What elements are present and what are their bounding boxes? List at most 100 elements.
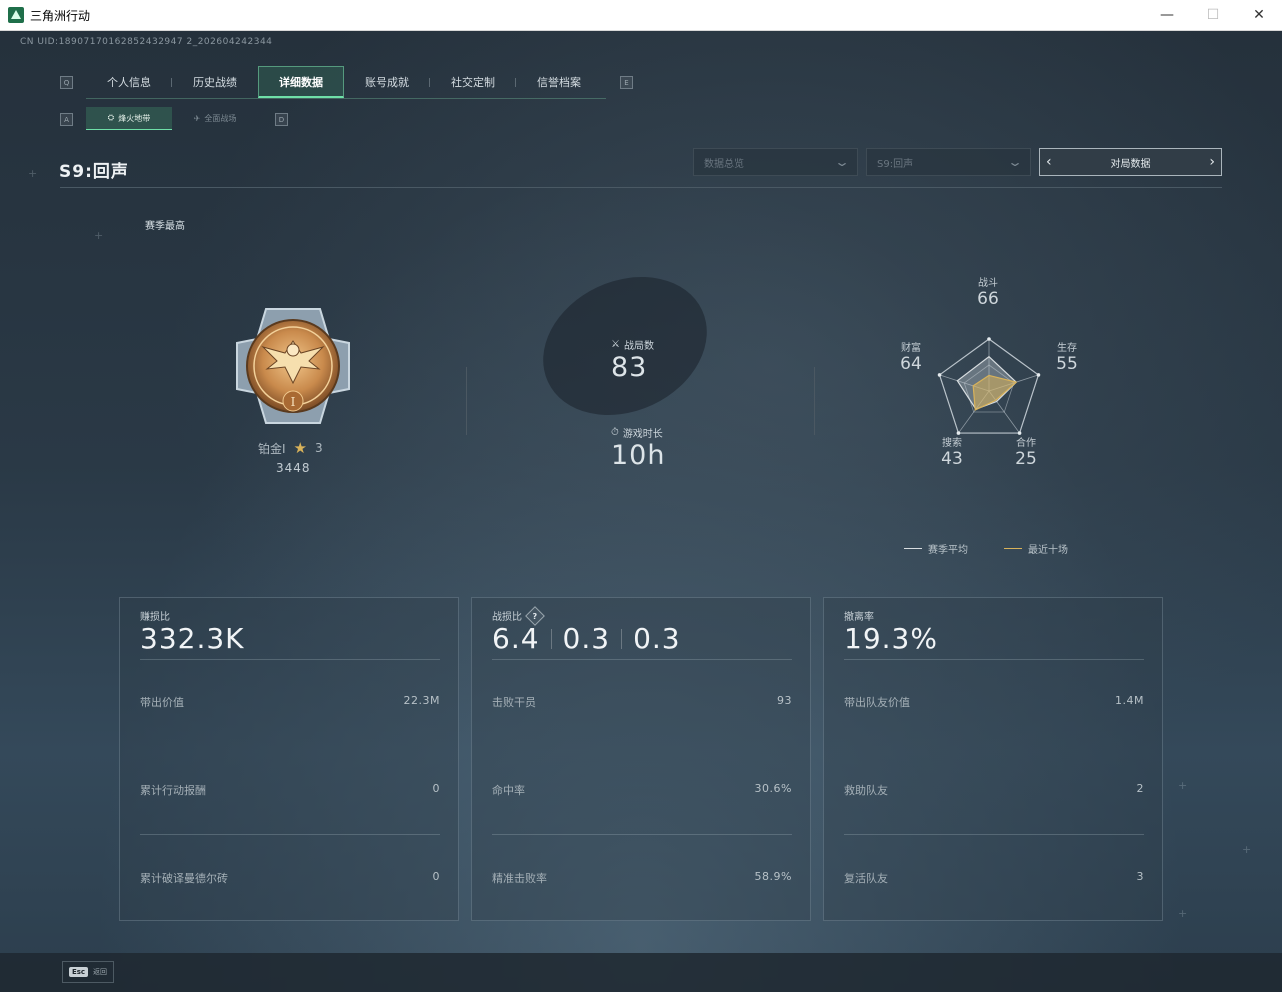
card-row: 带出队友价值 1.4M [844,694,1144,710]
card-label: 撤离率 [844,608,874,623]
data-type-dropdown[interactable]: 数据总览 ⌄ [693,148,858,176]
season-dropdown[interactable]: S9:回声 ⌄ [866,148,1031,176]
row-value: 22.3M [403,694,440,707]
divider [814,367,815,435]
battlefield-icon: ✈ [193,113,201,123]
tab-label: 社交定制 [451,76,495,89]
rank-name: 铂金I [258,441,286,456]
decor-cross-icon: + [1178,907,1188,920]
subtab-label: 全面战场 [204,113,237,123]
close-button[interactable]: ✕ [1236,0,1282,30]
card-divider [140,659,440,660]
chevron-down-icon: ⌄ [1006,155,1024,169]
back-label: 返回 [93,968,108,976]
matches-value: 83 [611,352,648,383]
decor-cross-icon: + [1242,843,1252,856]
radar-legend: 赛季平均 最近十场 [904,541,1068,556]
tab-social[interactable]: 社交定制 [430,66,516,98]
maximize-button[interactable]: ☐ [1190,0,1236,30]
match-data-nav: ‹ 对局数据 › [1039,148,1222,176]
star-icon: ★ [293,439,307,457]
card-label-text: 撤离率 [844,612,874,623]
row-label: 累计破译曼德尔砖 [140,872,228,885]
card-label-text: 赚损比 [140,612,170,623]
chevron-down-icon: ⌄ [833,155,851,169]
row-label: 带出价值 [140,696,184,709]
legend-label: 最近十场 [1028,545,1068,556]
key-hint-next-subtab: D [275,113,288,126]
radar-axis-label: 搜索 [942,438,962,449]
decor-cross-icon: + [94,229,104,242]
big-value: 6.4 [492,622,540,655]
card-row: 命中率 30.6% [492,782,792,798]
tab-label: 账号成就 [365,76,409,89]
header-divider [60,187,1222,188]
card-big-value: 6.4 0.3 0.3 [492,622,681,655]
radar-axis-search: 搜索 43 [932,434,972,469]
chevron-left-icon[interactable]: ‹ [1046,154,1052,170]
row-value: 0 [432,782,440,795]
value-divider [621,628,623,649]
uid-text: CN UID:18907170162852432947 2_2026042423… [20,37,273,47]
key-hint-prev-subtab: A [60,113,73,126]
card-row: 击败干员 93 [492,694,792,710]
radar-axis-label: 财富 [901,343,921,354]
back-button[interactable]: Esc 返回 [62,961,114,983]
tab-label: 历史战绩 [193,76,237,89]
subtab-label: 烽火地带 [118,113,151,123]
radar-axis-survival: 生存 55 [1047,339,1087,374]
tab-label: 信誉档案 [537,76,581,89]
tab-personal-info[interactable]: 个人信息 [86,66,172,98]
crossed-swords-icon: ⚔ [611,339,620,350]
divider [466,367,467,435]
minimize-button[interactable]: — [1144,0,1190,30]
tab-match-history[interactable]: 历史战绩 [172,66,258,98]
row-label: 复活队友 [844,872,888,885]
card-divider [492,834,792,835]
window-titlebar: 三角洲行动 — ☐ ✕ [0,0,1282,31]
rank-info: 铂金I ★ 3 [258,439,323,457]
decor-cross-icon: + [1178,779,1188,792]
tab-label: 个人信息 [107,76,151,89]
row-value: 30.6% [754,782,792,795]
radar-axis-dot [1036,373,1041,377]
card-row: 精准击败率 58.9% [492,870,792,886]
svg-text:I: I [291,395,296,409]
row-label: 命中率 [492,784,525,797]
profit-loss-card: 赚损比 332.3K 带出价值 22.3M 累计行动报酬 0 累计破译曼德尔砖 0 [119,597,459,921]
radar-axis-value: 64 [900,354,922,374]
nav-label: 对局数据 [1110,158,1151,170]
decor-cross-icon: + [28,167,38,180]
tab-reputation[interactable]: 信誉档案 [516,66,602,98]
radar-axis-combat: 战斗 66 [968,274,1008,309]
value-divider [550,628,552,649]
delta-force-logo-icon [8,7,24,23]
chevron-right-icon[interactable]: › [1209,154,1215,170]
card-label-text: 战损比 [492,612,522,623]
dropdown-value: 数据总览 [704,158,744,170]
radar-axis-dot [987,337,991,341]
row-label: 击败干员 [492,696,536,709]
tab-achievements[interactable]: 账号成就 [344,66,430,98]
card-big-value: 332.3K [140,622,245,655]
card-row: 累计行动报酬 0 [140,782,440,798]
matches-label-text: 战局数 [623,341,654,352]
tab-detailed-data[interactable]: 详细数据 [258,66,344,98]
legend-line [1004,548,1022,549]
card-big-value: 19.3% [844,622,938,655]
row-label: 累计行动报酬 [140,784,206,797]
radar-axis-label: 战斗 [978,278,998,289]
row-label: 带出队友价值 [844,696,910,709]
subtab-battlefield[interactable]: ✈ 全面战场 [172,107,258,129]
row-label: 精准击败率 [492,872,547,885]
card-label: 赚损比 [140,608,170,623]
bottom-bar: Esc 返回 [0,953,1282,992]
card-row: 带出价值 22.3M [140,694,440,710]
rank-medal-icon: I [236,308,350,424]
flame-zone-icon: ⛭ [107,113,115,122]
radar-axis-value: 55 [1056,354,1078,374]
key-hint-prev-tab: Q [60,76,73,89]
tab-label: 详细数据 [279,75,323,89]
subtab-flame-zone[interactable]: ⛭ 烽火地带 [86,107,172,130]
card-divider [492,659,792,660]
